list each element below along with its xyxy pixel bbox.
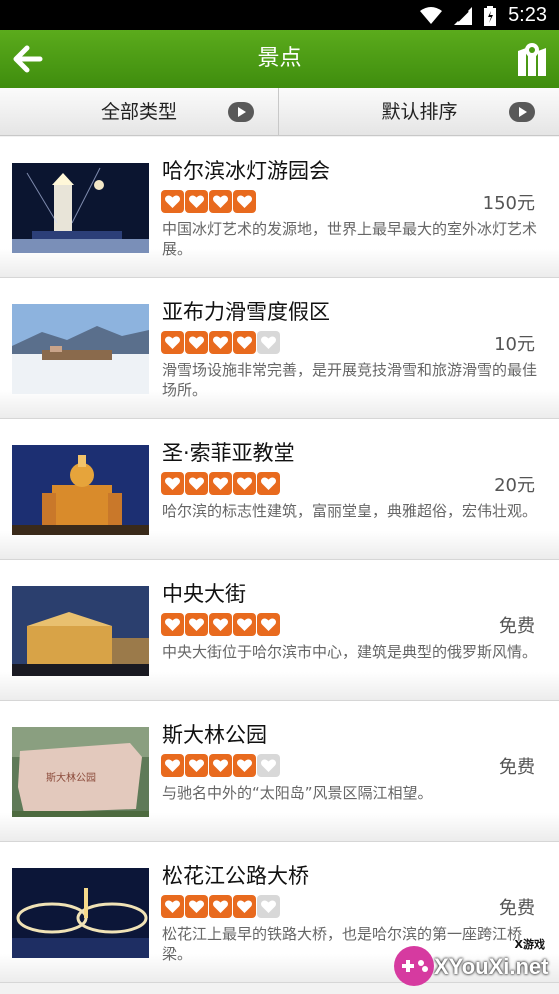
heart-filled-icon xyxy=(209,472,232,495)
attraction-price: 10元 xyxy=(494,334,535,355)
app-bar: 景点 xyxy=(0,30,559,88)
heart-filled-icon xyxy=(233,190,256,213)
map-icon[interactable] xyxy=(517,41,547,77)
svg-text:斯大林公园: 斯大林公园 xyxy=(46,771,96,784)
rating-hearts xyxy=(161,472,280,495)
heart-filled-icon xyxy=(257,613,280,636)
list-item[interactable]: 亚布力滑雪度假区 10元 滑雪场设施非常完善，是开展竞技滑雪和旅游滑雪的最佳场所… xyxy=(0,278,559,419)
attraction-description: 滑雪场设施非常完善，是开展竞技滑雪和旅游滑雪的最佳场所。 xyxy=(162,361,538,399)
attraction-price: 20元 xyxy=(494,475,535,496)
battery-icon xyxy=(484,5,497,26)
heart-filled-icon xyxy=(185,895,208,918)
heart-empty-icon xyxy=(257,754,280,777)
wifi-icon xyxy=(420,6,443,24)
attraction-thumbnail xyxy=(12,304,149,394)
heart-filled-icon xyxy=(233,331,256,354)
rating-hearts xyxy=(161,613,280,636)
heart-filled-icon xyxy=(185,754,208,777)
play-arrow-icon xyxy=(228,102,254,122)
rating-hearts xyxy=(161,331,280,354)
heart-filled-icon xyxy=(209,895,232,918)
attraction-name: 哈尔滨冰灯游园会 xyxy=(162,159,330,183)
heart-filled-icon xyxy=(209,331,232,354)
heart-filled-icon xyxy=(257,472,280,495)
attraction-name: 松花江公路大桥 xyxy=(162,864,309,888)
rating-hearts xyxy=(161,754,280,777)
attraction-description: 中央大街位于哈尔滨市中心，建筑是典型的俄罗斯风情。 xyxy=(162,643,538,661)
watermark-text: XYouXi.net xyxy=(434,954,549,979)
attraction-price: 150元 xyxy=(482,193,535,214)
attraction-description: 中国冰灯艺术的发源地，世界上最早最大的室外冰灯艺术展。 xyxy=(162,220,538,258)
attraction-name: 亚布力滑雪度假区 xyxy=(162,300,330,324)
attraction-description: 哈尔滨的标志性建筑，富丽堂皇，典雅超俗，宏伟壮观。 xyxy=(162,502,538,520)
attraction-price: 免费 xyxy=(499,616,535,637)
heart-filled-icon xyxy=(233,472,256,495)
attraction-thumbnail xyxy=(12,445,149,535)
heart-filled-icon xyxy=(209,754,232,777)
watermark-tag: X游戏 xyxy=(514,938,545,951)
status-bar: 5:23 xyxy=(0,0,559,30)
page-title: 景点 xyxy=(257,46,302,71)
attraction-thumbnail xyxy=(12,586,149,676)
heart-filled-icon xyxy=(185,331,208,354)
heart-filled-icon xyxy=(185,190,208,213)
list-item[interactable]: 哈尔滨冰灯游园会 150元 中国冰灯艺术的发源地，世界上最早最大的室外冰灯艺术展… xyxy=(0,137,559,278)
list-item[interactable]: 中央大街 免费 中央大街位于哈尔滨市中心，建筑是典型的俄罗斯风情。 xyxy=(0,560,559,701)
watermark: X游戏 XYouXi.net xyxy=(390,936,555,992)
filter-type[interactable]: 全部类型 xyxy=(0,88,279,136)
filter-bar: 全部类型 默认排序 xyxy=(0,88,559,136)
gamepad-logo-icon xyxy=(394,946,434,986)
attraction-price: 免费 xyxy=(499,898,535,919)
attraction-name: 中央大街 xyxy=(162,582,246,606)
attraction-list: 哈尔滨冰灯游园会 150元 中国冰灯艺术的发源地，世界上最早最大的室外冰灯艺术展… xyxy=(0,137,559,983)
heart-filled-icon xyxy=(185,613,208,636)
heart-empty-icon xyxy=(257,331,280,354)
attraction-description: 与驰名中外的“太阳岛”风景区隔江相望。 xyxy=(162,784,433,802)
heart-filled-icon xyxy=(161,613,184,636)
heart-filled-icon xyxy=(209,613,232,636)
heart-filled-icon xyxy=(233,754,256,777)
list-item[interactable]: 圣·索菲亚教堂 20元 哈尔滨的标志性建筑，富丽堂皇，典雅超俗，宏伟壮观。 xyxy=(0,419,559,560)
attraction-price: 免费 xyxy=(499,757,535,778)
heart-filled-icon xyxy=(161,331,184,354)
rating-hearts xyxy=(161,895,280,918)
list-item[interactable]: 斯大林公园 斯大林公园 免费 与驰名中外的“太阳岛”风景区隔江相望。 xyxy=(0,701,559,842)
heart-filled-icon xyxy=(233,613,256,636)
attraction-thumbnail xyxy=(12,163,149,253)
heart-filled-icon xyxy=(233,895,256,918)
heart-filled-icon xyxy=(161,472,184,495)
play-arrow-icon xyxy=(509,102,535,122)
signal-icon xyxy=(454,6,473,25)
heart-filled-icon xyxy=(161,190,184,213)
attraction-thumbnail: 斯大林公园 xyxy=(12,727,149,817)
heart-filled-icon xyxy=(161,895,184,918)
attraction-name: 圣·索菲亚教堂 xyxy=(162,441,295,465)
heart-filled-icon xyxy=(209,190,232,213)
heart-filled-icon xyxy=(161,754,184,777)
rating-hearts xyxy=(161,190,256,213)
heart-filled-icon xyxy=(185,472,208,495)
status-time: 5:23 xyxy=(508,4,547,26)
filter-sort[interactable]: 默认排序 xyxy=(280,88,559,136)
attraction-name: 斯大林公园 xyxy=(162,723,267,747)
heart-empty-icon xyxy=(257,895,280,918)
attraction-thumbnail xyxy=(12,868,149,958)
